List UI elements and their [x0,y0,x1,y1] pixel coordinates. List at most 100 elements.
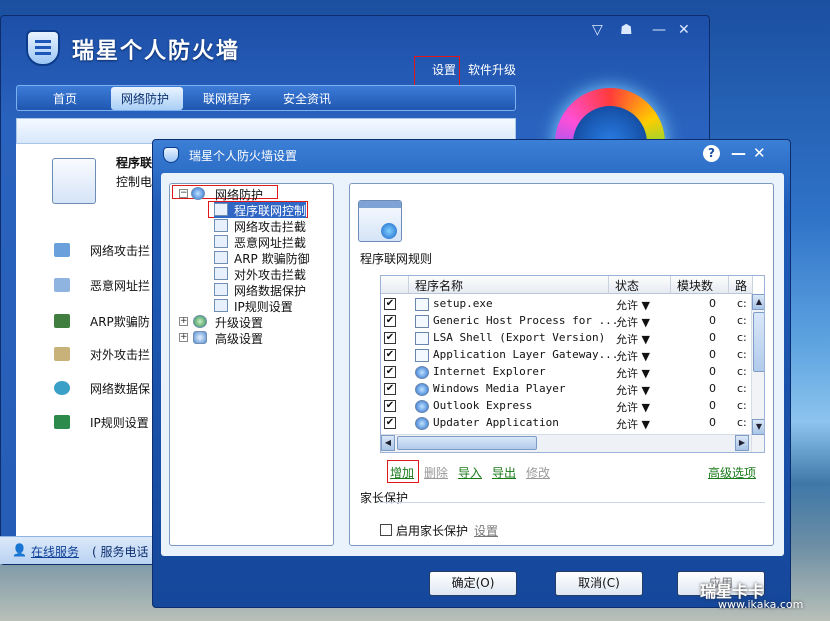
parental-checkbox[interactable] [380,524,392,536]
ok-button[interactable]: 确定(O) [429,571,517,596]
outbound-attack-icon [54,347,70,361]
module-count: 0 [709,348,716,361]
expand-icon[interactable]: + [179,333,188,342]
col-modules-header[interactable]: 模块数 [671,276,729,294]
status-dropdown[interactable]: 允许 ▼ [616,399,650,415]
close-icon[interactable]: ✕ [678,22,690,38]
collapse-icon[interactable]: − [179,189,188,198]
program-name: Outlook Express [433,399,533,412]
export-link[interactable]: 导出 [492,464,516,481]
program-icon [415,400,429,413]
module-count: 0 [709,297,716,310]
page-icon [214,299,228,312]
row-checkbox[interactable]: ✔ [384,298,396,310]
program-icon [415,366,429,379]
panel-heading: 程序联 [116,156,153,170]
table-row[interactable]: ✔ setup.exe 允许 ▼ 0 c: [381,296,751,313]
table-row[interactable]: ✔ Windows Media Player 允许 ▼ 0 c: [381,381,751,398]
status-dropdown[interactable]: 允许 ▼ [616,416,650,432]
menu-down-icon[interactable]: ▽ [592,22,603,38]
tree-program-control[interactable]: 程序联网控制 [214,202,306,218]
parental-divider [380,502,765,503]
row-checkbox[interactable]: ✔ [384,349,396,361]
firewall-logo-icon [26,30,60,66]
status-dropdown[interactable]: 允许 ▼ [616,314,650,330]
nav-home[interactable]: 首页 [53,90,77,107]
module-count: 0 [709,331,716,344]
status-dropdown[interactable]: 允许 ▼ [616,331,650,347]
nav-security-news[interactable]: 安全资讯 [283,90,331,107]
cancel-button[interactable]: 取消(C) [555,571,643,596]
dialog-title: 瑞星个人防火墙设置 [189,149,298,163]
program-path: c: [737,297,747,310]
program-icon [415,349,429,362]
import-link[interactable]: 导入 [458,464,482,481]
status-dropdown[interactable]: 允许 ▼ [616,297,650,313]
user-icon: 👤 [12,543,27,557]
dialog-close-icon[interactable]: ✕ [753,144,766,162]
module-count: 0 [709,314,716,327]
program-path: c: [737,365,747,378]
row-checkbox[interactable]: ✔ [384,417,396,429]
help-icon[interactable]: ? [703,145,720,162]
row-checkbox[interactable]: ✔ [384,332,396,344]
program-path: c: [737,382,747,395]
delete-link[interactable]: 删除 [424,464,448,481]
col-check-header [381,276,409,294]
table-row[interactable]: ✔ LSA Shell (Export Version) 允许 ▼ 0 c: [381,330,751,347]
col-name-header[interactable]: 程序名称 [409,276,609,294]
page-icon [214,219,228,232]
scroll-right-icon[interactable]: ▶ [735,435,749,451]
scroll-up-icon[interactable]: ▲ [752,294,764,310]
row-checkbox[interactable]: ✔ [384,383,396,395]
status-dropdown[interactable]: 允许 ▼ [616,348,650,364]
col-status-header[interactable]: 状态 [609,276,671,294]
row-checkbox[interactable]: ✔ [384,366,396,378]
network-attack-icon [54,243,70,257]
dialog-body: − 网络防护 程序联网控制 网络攻击拦截 恶意网址拦截 ARP 欺骗防御 对外攻… [161,173,784,556]
table-row[interactable]: ✔ Internet Explorer 允许 ▼ 0 c: [381,364,751,381]
scroll-down-icon[interactable]: ▼ [752,419,764,435]
parental-checkbox-label[interactable]: 启用家长保护 [396,522,468,539]
nav-network-protect[interactable]: 网络防护 [111,87,183,110]
col-path-header[interactable]: 路 [729,276,753,294]
program-name: Application Layer Gateway... [433,348,619,361]
program-name: setup.exe [433,297,493,310]
row-checkbox[interactable]: ✔ [384,315,396,327]
table-row[interactable]: ✔ Generic Host Process for ... 允许 ▼ 0 c: [381,313,751,330]
minimize-icon[interactable]: — [652,22,666,38]
status-dropdown[interactable]: 允许 ▼ [616,382,650,398]
program-icon [415,417,429,430]
online-service-link[interactable]: 在线服务 [31,543,79,560]
module-count: 0 [709,382,716,395]
parental-settings-link[interactable]: 设置 [474,522,498,539]
upgrade-icon [193,315,207,328]
table-row[interactable]: ✔ Application Layer Gateway... 允许 ▼ 0 c: [381,347,751,364]
program-icon [415,315,429,328]
table-row[interactable]: ✔ Updater Application 允许 ▼ 0 c: [381,415,751,432]
vertical-scrollbar[interactable]: ▲ ▼ [751,294,764,452]
upgrade-link[interactable]: 软件升级 [468,61,516,78]
program-path: c: [737,331,747,344]
scroll-left-icon[interactable]: ◀ [381,435,395,451]
module-count: 0 [709,365,716,378]
status-dropdown[interactable]: 允许 ▼ [616,365,650,381]
row-checkbox[interactable]: ✔ [384,400,396,412]
table-row[interactable]: ✔ Outlook Express 允许 ▼ 0 c: [381,398,751,415]
nav-network-protect-label: 网络防护 [121,92,170,106]
page-icon [214,283,228,296]
program-icon [415,332,429,345]
vertical-scroll-thumb[interactable] [753,312,764,372]
skin-icon[interactable]: ☗ [620,22,633,38]
data-protect-icon [54,381,70,395]
add-link[interactable]: 增加 [390,464,414,481]
expand-icon[interactable]: + [179,317,188,326]
program-name: LSA Shell (Export Version) [433,331,606,344]
horizontal-scrollbar[interactable]: ◀ ▶ [381,434,751,452]
panel-subtext: 控制电 [116,175,153,189]
edit-link[interactable]: 修改 [526,464,550,481]
horizontal-scroll-thumb[interactable] [397,436,537,450]
nav-online-programs[interactable]: 联网程序 [203,90,251,107]
dialog-minimize-icon[interactable]: — [731,144,746,162]
advanced-options-link[interactable]: 高级选项 [708,464,756,481]
